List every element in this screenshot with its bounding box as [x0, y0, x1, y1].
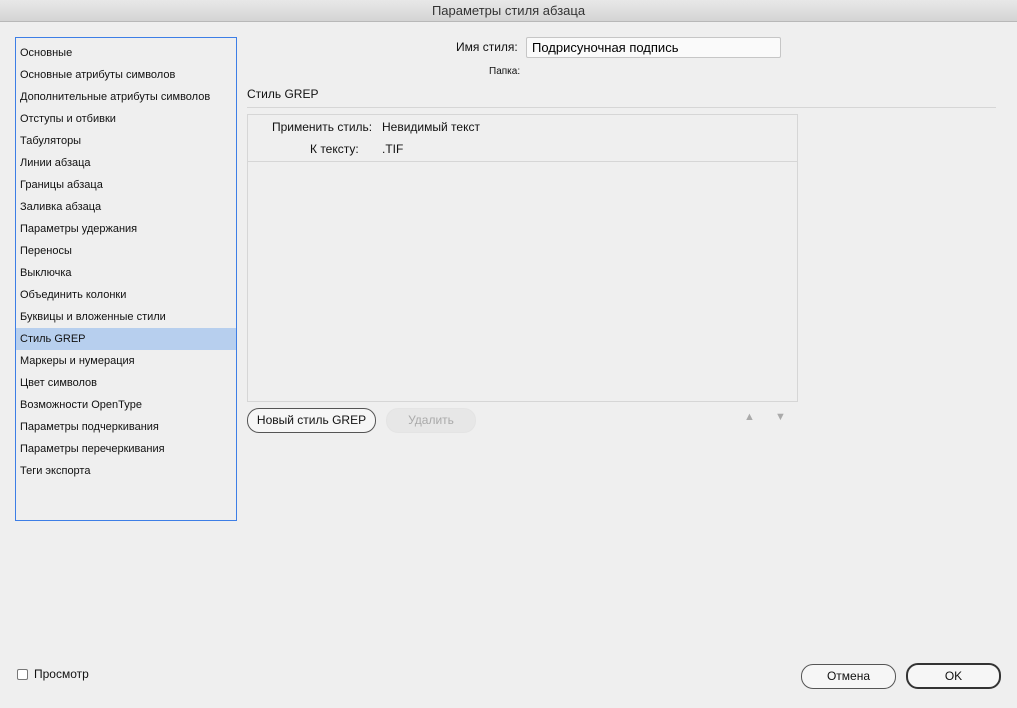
section-title: Стиль GREP [247, 87, 319, 101]
dialog: Основные Основные атрибуты символов Дополн… [0, 22, 1017, 708]
sidebar-item[interactable]: Отступы и отбивки [16, 108, 236, 130]
style-name-input[interactable] [526, 37, 781, 58]
apply-style-label: Применить стиль: [272, 120, 373, 134]
sidebar-item[interactable]: Основные атрибуты символов [16, 64, 236, 86]
sidebar-item[interactable]: Параметры подчеркивания [16, 416, 236, 438]
style-name-label: Имя стиля: [456, 40, 518, 54]
category-list[interactable]: Основные Основные атрибуты символов Дополн… [15, 37, 237, 521]
folder-label: Папка: [489, 66, 521, 77]
sidebar-item[interactable]: Маркеры и нумерация [16, 350, 236, 372]
sidebar-item[interactable]: Заливка абзаца [16, 196, 236, 218]
sidebar-item[interactable]: Границы абзаца [16, 174, 236, 196]
sidebar-item[interactable]: Возможности OpenType [16, 394, 236, 416]
to-text-label: К тексту: [310, 142, 359, 156]
sidebar-item[interactable]: Теги экспорта [16, 460, 236, 482]
sidebar-item[interactable]: Табуляторы [16, 130, 236, 152]
sidebar-item[interactable]: Стиль GREP [16, 328, 236, 350]
delete-button[interactable]: Удалить [386, 408, 476, 433]
sidebar-item[interactable]: Параметры перечеркивания [16, 438, 236, 460]
divider [248, 161, 797, 162]
sidebar-item[interactable]: Переносы [16, 240, 236, 262]
new-grep-style-button[interactable]: Новый стиль GREP [247, 408, 376, 433]
ok-button[interactable]: OK [906, 663, 1001, 689]
sidebar-item[interactable]: Линии абзаца [16, 152, 236, 174]
apply-style-value[interactable]: Невидимый текст [382, 120, 480, 134]
sidebar-item[interactable]: Дополнительные атрибуты символов [16, 86, 236, 108]
move-down-icon[interactable]: ▼ [775, 411, 786, 423]
move-up-icon[interactable]: ▲ [744, 411, 755, 423]
preview-label: Просмотр [34, 667, 89, 681]
sidebar-item[interactable]: Буквицы и вложенные стили [16, 306, 236, 328]
divider [247, 107, 996, 108]
sidebar-item[interactable]: Цвет символов [16, 372, 236, 394]
cancel-button[interactable]: Отмена [801, 664, 896, 689]
sidebar-item[interactable]: Параметры удержания [16, 218, 236, 240]
window-title: Параметры стиля абзаца [0, 0, 1017, 22]
sidebar-item[interactable]: Объединить колонки [16, 284, 236, 306]
checkbox-icon[interactable] [17, 669, 28, 680]
to-text-value[interactable]: .TIF [382, 142, 403, 156]
sidebar-item[interactable]: Основные [16, 42, 236, 64]
sidebar-item[interactable]: Выключка [16, 262, 236, 284]
grep-style-list[interactable]: Применить стиль: Невидимый текст К текст… [247, 114, 798, 402]
